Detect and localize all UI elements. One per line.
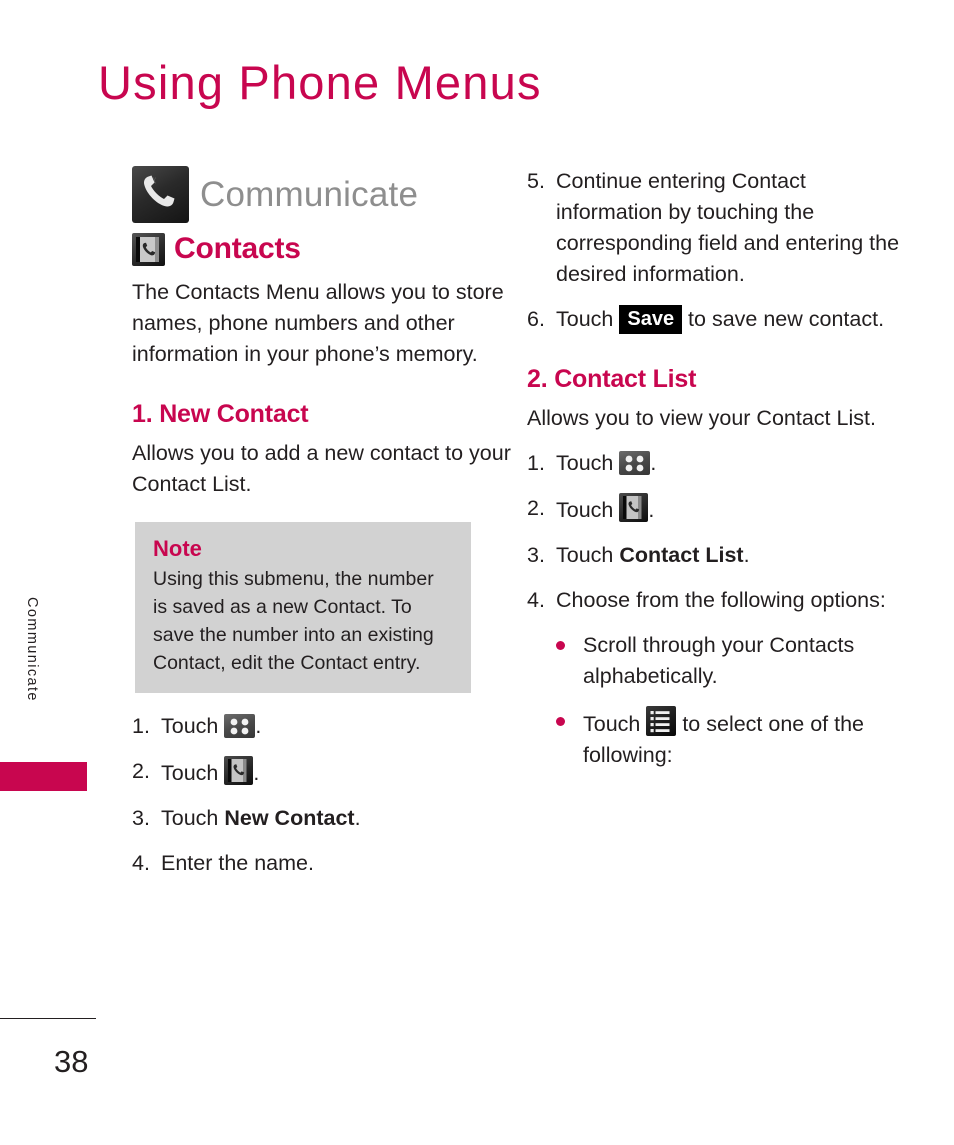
- step-text-pre: Touch: [556, 451, 620, 475]
- step-text-post: .: [650, 451, 657, 475]
- step-text: Continue entering Contact information by…: [556, 169, 900, 286]
- step-text: Touch New Contact.: [161, 803, 512, 834]
- step-number: 6.: [527, 307, 545, 331]
- phone-handset-icon: ((: [132, 166, 189, 223]
- bullet-dot-icon: [556, 630, 583, 692]
- step-text: Touch .: [161, 711, 512, 742]
- step-text-pre: Touch: [161, 806, 225, 830]
- note-box: Note Using this submenu, the number is s…: [135, 522, 471, 693]
- step-text-pre: Touch: [161, 761, 225, 785]
- bullet-dot-icon: [556, 706, 583, 771]
- left-column: (( Communicate Contacts The Contacts Men…: [132, 166, 512, 893]
- step-text-post: .: [648, 498, 655, 522]
- footer-divider: [0, 1018, 96, 1019]
- step-number: 2.: [527, 496, 545, 520]
- step-text: Choose from the following options:: [556, 588, 886, 612]
- contact-list-steps: 1. Touch . 2. Touch . 3. Touch Contact L…: [527, 448, 907, 616]
- step-text: Touch .: [556, 448, 907, 479]
- step-text: Touch .: [161, 756, 512, 789]
- brand-heading: (( Communicate: [132, 166, 512, 223]
- brand-title: Communicate: [200, 174, 419, 214]
- list-item: 5. Continue entering Contact information…: [527, 166, 907, 290]
- step-text-post: .: [354, 806, 361, 830]
- page-number: 38: [54, 1044, 89, 1079]
- step-number: 2.: [132, 759, 150, 783]
- list-item: 6. Touch Save to save new contact.: [527, 304, 907, 335]
- list-item: 3. Touch Contact List.: [527, 540, 907, 571]
- list-item: 2. Touch .: [132, 756, 512, 789]
- step-number: 1.: [527, 451, 545, 475]
- step-text-post: to save new contact.: [682, 307, 885, 331]
- section-title: Contacts: [174, 232, 301, 265]
- subsection-intro-contact-list: Allows you to view your Contact List.: [527, 406, 876, 430]
- save-button[interactable]: Save: [619, 305, 683, 334]
- page-title: Using Phone Menus: [98, 56, 542, 109]
- contacts-book-icon: [132, 232, 165, 266]
- step-text: Touch .: [556, 493, 907, 526]
- step-text: Touch Save to save new contact.: [556, 304, 907, 335]
- contacts-book-icon[interactable]: [619, 493, 649, 522]
- step-text: Touch Contact List.: [556, 540, 907, 571]
- menu-grid-icon[interactable]: [619, 451, 651, 475]
- subsection-heading-new-contact: 1. New Contact: [132, 400, 309, 428]
- step-number: 3.: [132, 806, 150, 830]
- note-text: Using this submenu, the number is saved …: [153, 568, 434, 674]
- new-contact-steps-continued: 5. Continue entering Contact information…: [527, 166, 907, 335]
- step-text-pre: Touch: [161, 714, 225, 738]
- bullet-text-pre: Touch: [583, 712, 647, 736]
- step-text-bold: Contact List: [619, 543, 744, 567]
- list-item: 1. Touch .: [527, 448, 907, 479]
- step-text-post: .: [253, 761, 260, 785]
- step-number: 5.: [527, 169, 545, 193]
- step-number: 3.: [527, 543, 545, 567]
- step-number: 4.: [132, 851, 150, 875]
- contact-list-options: Scroll through your Contacts alphabetica…: [527, 630, 907, 771]
- menu-grid-icon[interactable]: [224, 714, 256, 738]
- step-text-pre: Touch: [556, 307, 620, 331]
- list-item: Touch to select one of the following:: [556, 706, 907, 771]
- list-item: Scroll through your Contacts alphabetica…: [556, 630, 907, 692]
- note-title: Note: [153, 536, 202, 561]
- bullet-text: Touch to select one of the following:: [583, 706, 907, 771]
- list-item: 1. Touch .: [132, 711, 512, 742]
- section-intro: The Contacts Menu allows you to store na…: [132, 280, 504, 366]
- step-number: 4.: [527, 588, 545, 612]
- step-text-bold: New Contact: [224, 806, 355, 830]
- section-heading: Contacts: [132, 232, 512, 266]
- bullet-text: Scroll through your Contacts alphabetica…: [583, 633, 855, 688]
- list-item: 4. Choose from the following options:: [527, 585, 907, 616]
- step-number: 1.: [132, 714, 150, 738]
- list-item: 4. Enter the name.: [132, 848, 512, 879]
- step-text: Enter the name.: [161, 851, 314, 875]
- step-text-post: .: [743, 543, 750, 567]
- new-contact-steps: 1. Touch . 2. Touch . 3. Touch New Conta…: [132, 711, 512, 879]
- right-column: 5. Continue entering Contact information…: [527, 166, 907, 785]
- list-item: 2. Touch .: [527, 493, 907, 526]
- step-text-post: .: [255, 714, 262, 738]
- side-tab-marker: [0, 762, 87, 791]
- subsection-heading-contact-list: 2. Contact List: [527, 365, 697, 393]
- side-tab-label: Communicate: [24, 597, 40, 702]
- step-text-pre: Touch: [556, 498, 620, 522]
- subsection-intro-new-contact: Allows you to add a new contact to your …: [132, 441, 511, 496]
- list-view-icon[interactable]: [646, 706, 677, 736]
- list-item: 3. Touch New Contact.: [132, 803, 512, 834]
- step-text-pre: Touch: [556, 543, 620, 567]
- contacts-book-icon[interactable]: [224, 756, 254, 785]
